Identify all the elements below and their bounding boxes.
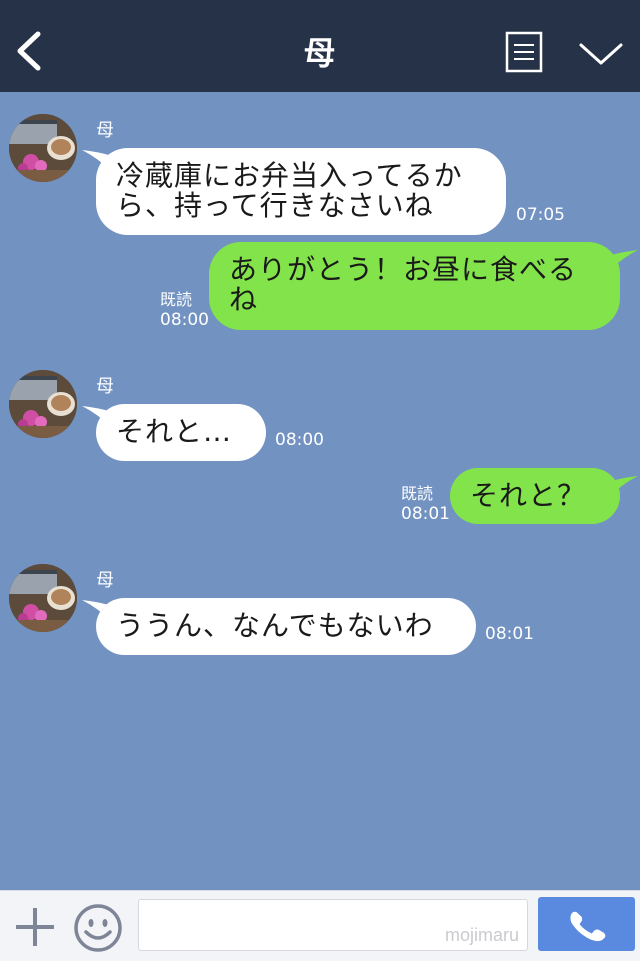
message-bubble-outgoing[interactable]: それと？ — [450, 468, 620, 524]
menu-button[interactable] — [505, 31, 543, 73]
chat-header: 母 — [0, 0, 640, 92]
phone-icon — [570, 911, 606, 942]
collapse-button[interactable] — [578, 40, 624, 68]
message-line: それと… — [116, 415, 233, 448]
bubble-tail — [608, 250, 638, 272]
message-line: それと？ — [470, 479, 587, 512]
message-line: ううん、なんでもないわ — [116, 609, 434, 642]
bubble-tail — [82, 406, 112, 428]
read-receipt: 既読 — [160, 290, 193, 309]
message-line: ら、持って行きなさいね — [116, 189, 434, 222]
avatar[interactable] — [9, 370, 77, 438]
message-time: 08:00 — [275, 430, 324, 450]
avatar-photo-icon — [9, 370, 77, 438]
plus-icon — [16, 908, 54, 946]
message-line: 冷蔵庫にお弁当入ってるか — [116, 159, 463, 192]
avatar[interactable] — [9, 564, 77, 632]
message-bubble-outgoing[interactable]: ありがとう！お昼に食べる ね — [209, 242, 620, 330]
message-line: ね — [229, 283, 259, 316]
avatar[interactable] — [9, 114, 77, 182]
bubble-tail — [608, 476, 638, 498]
sender-name: 母 — [96, 376, 114, 397]
emoji-button[interactable] — [73, 903, 123, 953]
message-time: 07:05 — [516, 205, 565, 225]
message-bubble-incoming[interactable]: ううん、なんでもないわ — [96, 598, 476, 655]
chevron-down-icon — [579, 43, 623, 65]
chat-title: 母 — [303, 34, 337, 72]
menu-list-icon — [505, 31, 543, 73]
read-receipt: 既読 — [401, 484, 434, 503]
message-time: 08:01 — [485, 624, 534, 644]
watermark-text: mojimaru — [444, 925, 519, 945]
message-line: ありがとう！お昼に食べる — [229, 253, 578, 286]
sender-name: 母 — [96, 120, 114, 141]
bubble-tail — [82, 150, 112, 172]
message-input[interactable]: mojimaru — [138, 899, 528, 951]
input-bar: mojimaru — [0, 890, 640, 961]
avatar-photo-icon — [9, 114, 77, 182]
avatar-photo-icon — [9, 564, 77, 632]
add-attachment-button[interactable] — [14, 906, 56, 948]
sender-name: 母 — [96, 570, 114, 591]
call-button[interactable] — [538, 897, 635, 951]
bubble-tail — [82, 600, 112, 622]
message-bubble-incoming[interactable]: それと… — [96, 404, 266, 461]
message-time: 08:01 — [401, 504, 450, 524]
emoji-icon — [74, 904, 122, 952]
message-bubble-incoming[interactable]: 冷蔵庫にお弁当入ってるか ら、持って行きなさいね — [96, 148, 506, 235]
message-time: 08:00 — [160, 310, 209, 330]
